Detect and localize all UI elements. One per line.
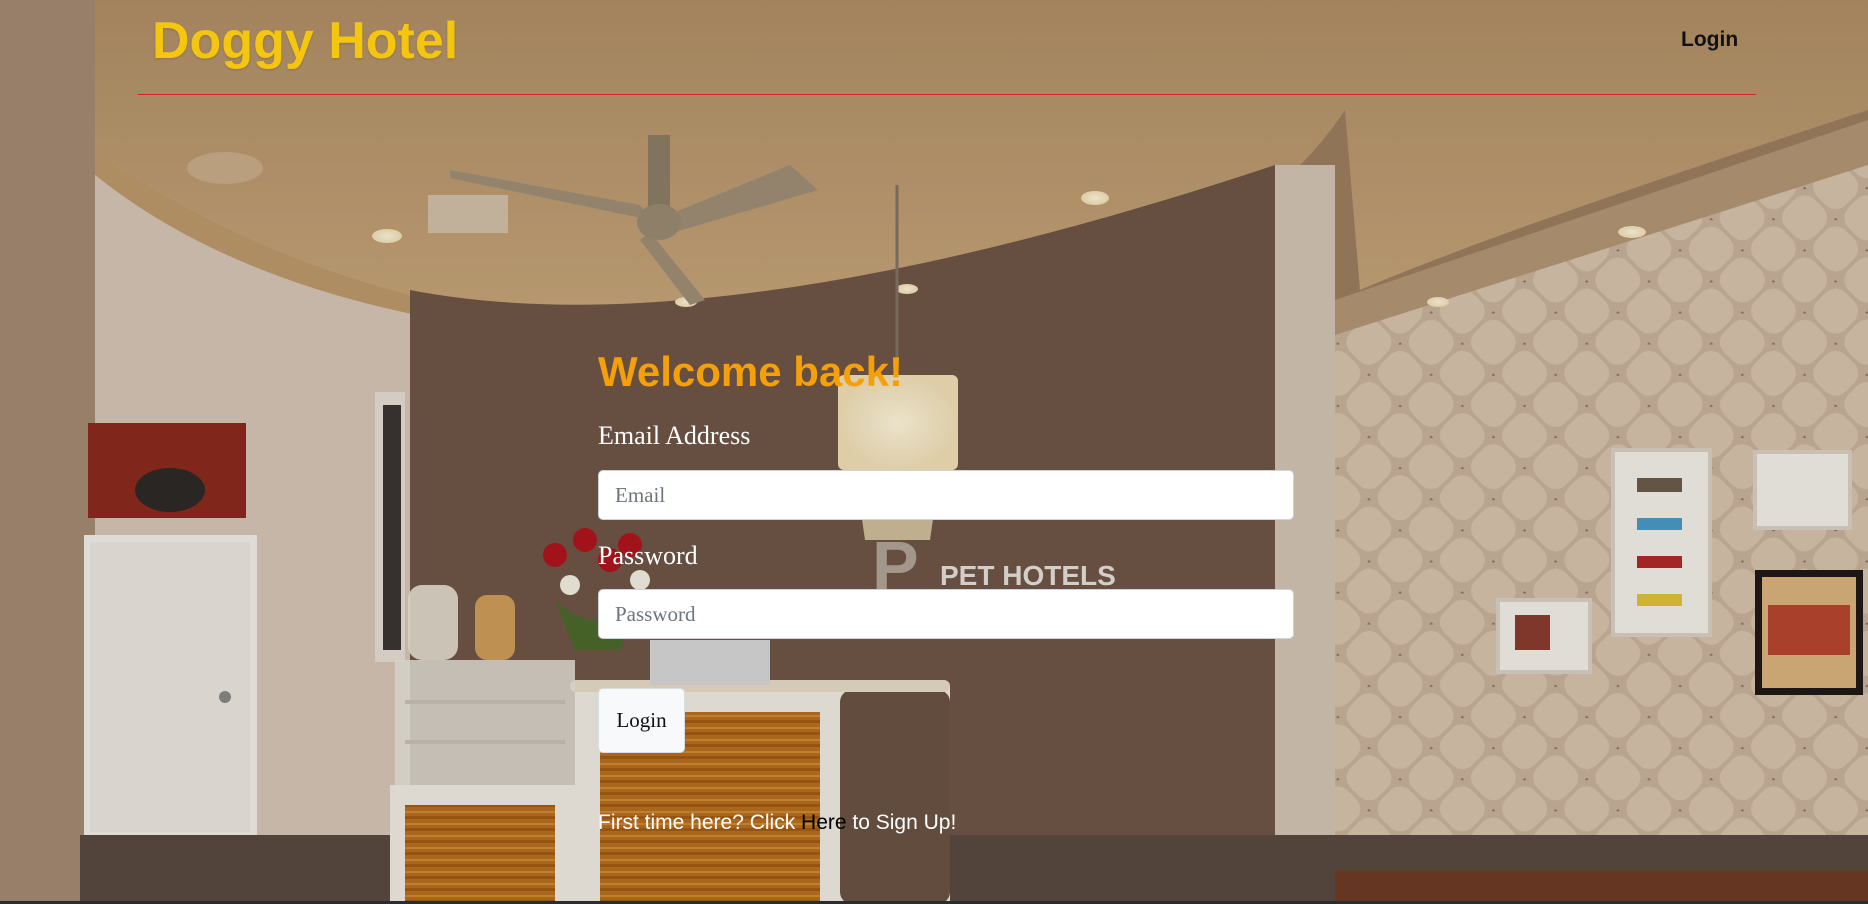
login-button[interactable]: Login [598,688,685,753]
lobby-background-image: P PET HOTELS [0,0,1868,904]
signup-prefix: First time here? Click [598,811,802,834]
email-label: Email Address [598,421,751,450]
signup-link[interactable]: Here [801,811,847,834]
email-field[interactable] [598,470,1294,520]
signup-suffix: to Sign Up! [846,811,957,834]
header-divider [138,94,1756,95]
password-label: Password [598,541,698,570]
welcome-heading: Welcome back! [598,348,904,395]
signup-prompt: First time here? Click Here to Sign Up! [598,810,956,836]
site-brand: Doggy Hotel [152,12,459,70]
password-field[interactable] [598,589,1294,639]
nav-login-link[interactable]: Login [1681,28,1738,52]
